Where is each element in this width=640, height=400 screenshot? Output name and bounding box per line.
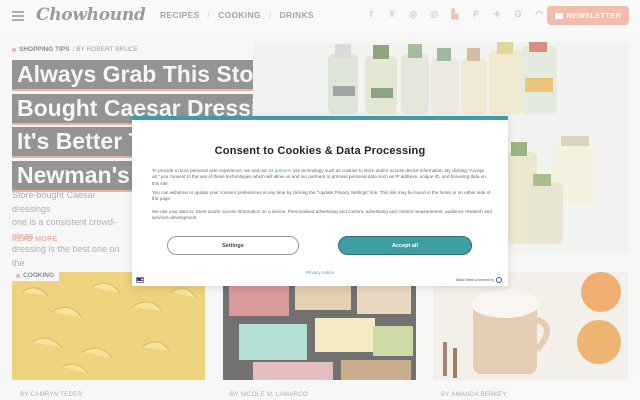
consent-provider-logo-icon <box>496 277 502 283</box>
consent-text: To provide a more personal user experien… <box>152 168 269 173</box>
consent-paragraph: To provide a more personal user experien… <box>152 168 492 187</box>
partners-link[interactable]: 24 partners <box>268 168 291 173</box>
consent-paragraph: You can withdraw or update your consent … <box>152 190 491 202</box>
powered-by-text: Static Mesh powered by <box>455 278 494 282</box>
accept-all-button[interactable]: Accept all <box>338 236 472 255</box>
settings-button[interactable]: Settings <box>167 236 299 255</box>
cookie-consent-dialog: Consent to Cookies & Data Processing To … <box>132 116 508 286</box>
consent-paragraph: We use your data to: Store and/or access… <box>152 209 492 221</box>
privacy-notice-link[interactable]: Privacy notice <box>132 270 508 275</box>
powered-by: Static Mesh powered by <box>456 277 502 283</box>
consent-title: Consent to Cookies & Data Processing <box>214 145 426 157</box>
language-flag-icon[interactable] <box>136 277 144 283</box>
